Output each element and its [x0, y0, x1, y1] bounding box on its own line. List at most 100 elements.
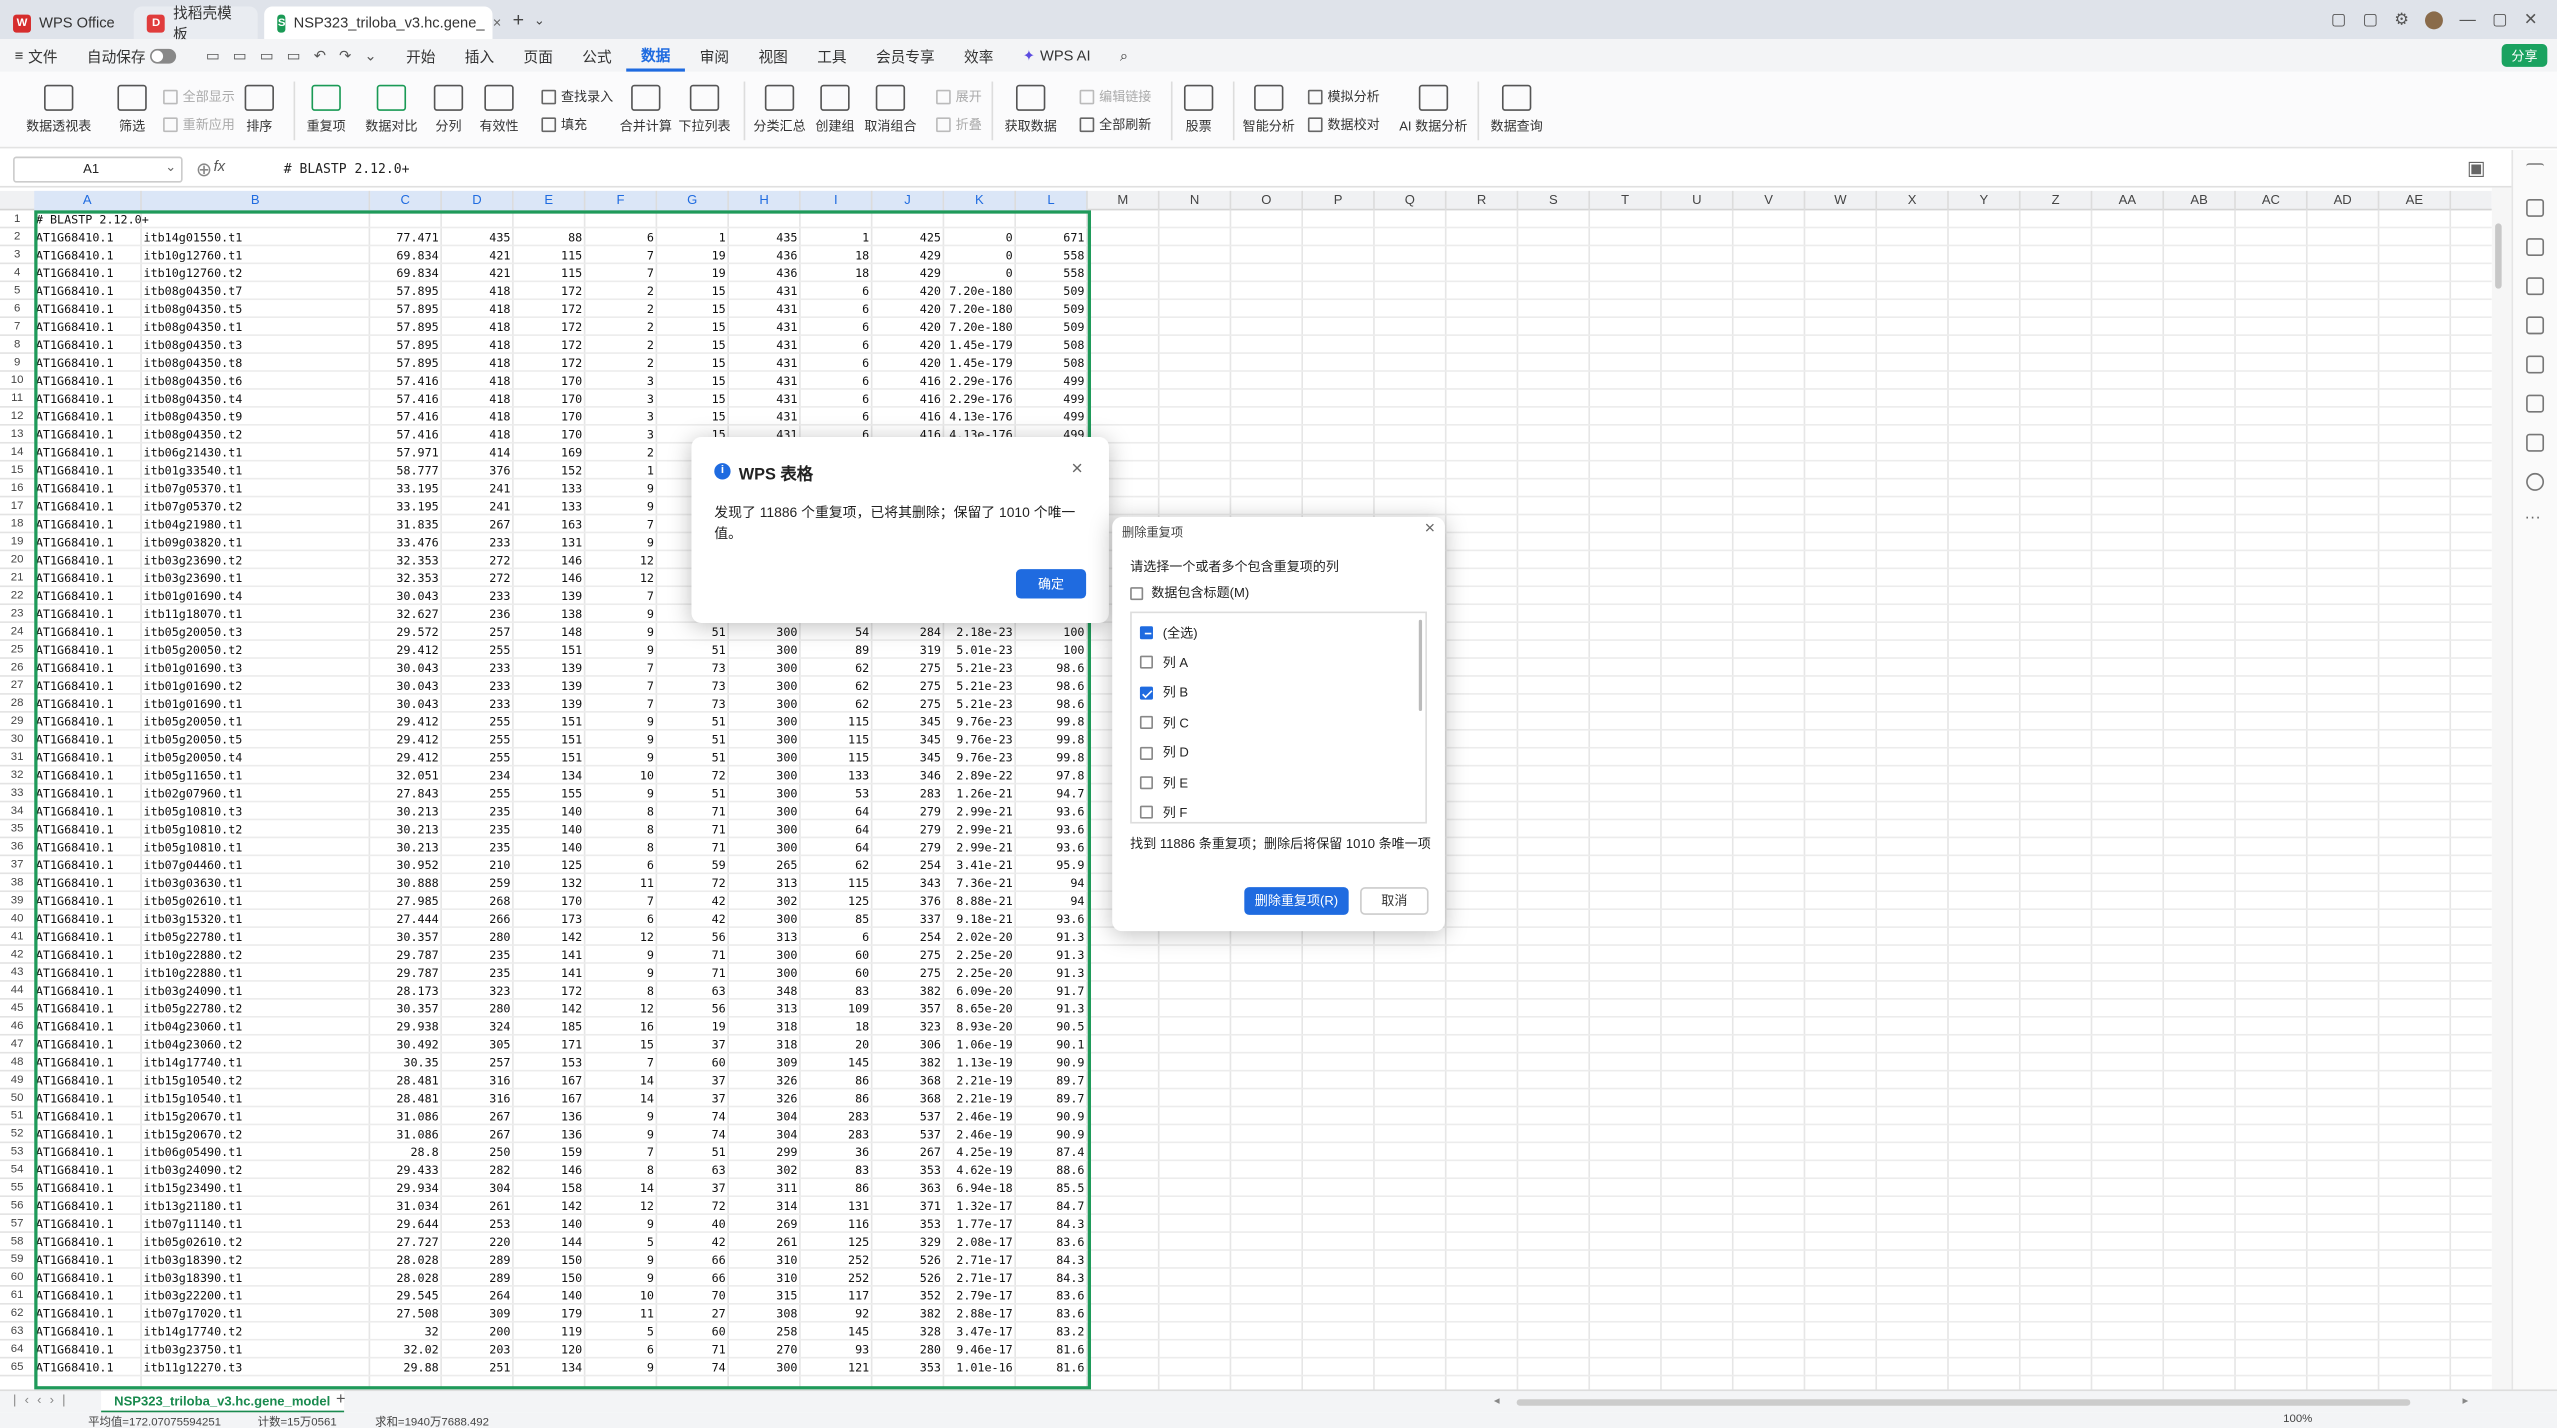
cell[interactable]: 6 [587, 910, 654, 928]
cell[interactable]: itb03g23690.t1 [144, 569, 367, 587]
cell[interactable]: 62 [802, 856, 869, 874]
cell[interactable]: 31.034 [372, 1197, 438, 1215]
cell[interactable]: 15 [659, 372, 726, 390]
cell[interactable]: 99.8 [1018, 731, 1084, 749]
cell[interactable]: 42 [659, 892, 726, 910]
cell[interactable]: 9 [587, 964, 654, 982]
cell[interactable]: itb11g12270.t3 [144, 1358, 367, 1376]
row-header[interactable]: 29 [0, 713, 35, 731]
row-header[interactable]: 58 [0, 1233, 35, 1251]
cell[interactable]: 30.043 [372, 587, 438, 605]
column-header-s[interactable]: S [1518, 190, 1591, 211]
cell[interactable]: 275 [874, 677, 941, 695]
menu-insert[interactable]: 插入 [450, 39, 509, 72]
expand-formula-icon[interactable]: ▣ [2467, 157, 2485, 180]
close-icon[interactable]: × [1071, 457, 1082, 480]
cell[interactable] [587, 210, 654, 228]
cell[interactable]: 83.6 [1018, 1287, 1084, 1305]
scroll-right-icon[interactable]: ▸ [2463, 1394, 2469, 1407]
cell[interactable]: 251 [444, 1358, 510, 1376]
cell[interactable]: 431 [731, 282, 797, 300]
cell[interactable]: 280 [444, 1000, 510, 1018]
cell[interactable]: itb03g22200.t1 [144, 1287, 367, 1305]
cell[interactable]: 382 [874, 982, 941, 1000]
cell[interactable]: 300 [731, 910, 797, 928]
cell[interactable]: 8.88e-21 [946, 892, 1012, 910]
edit-links-button[interactable]: 编辑链接 [1079, 88, 1151, 106]
cell[interactable]: 300 [731, 766, 797, 784]
sort-button[interactable]: 排序 [244, 84, 274, 136]
cell[interactable]: 57.895 [372, 318, 438, 336]
cell[interactable]: itb13g21180.t1 [144, 1197, 367, 1215]
cell[interactable]: 368 [874, 1089, 941, 1107]
cell[interactable]: 73 [659, 659, 726, 677]
cell[interactable]: 264 [444, 1287, 510, 1305]
cell[interactable]: 241 [444, 479, 510, 497]
cell[interactable]: 115 [802, 749, 869, 767]
cell[interactable]: 418 [444, 282, 510, 300]
cell[interactable]: 429 [874, 264, 941, 282]
row-header[interactable]: 63 [0, 1323, 35, 1341]
cell[interactable]: 93 [802, 1341, 869, 1359]
cell[interactable]: 2.89e-22 [946, 766, 1012, 784]
cell[interactable]: itb02g07960.t1 [144, 784, 367, 802]
column-header-z[interactable]: Z [2021, 190, 2093, 211]
cell[interactable]: 133 [515, 479, 582, 497]
cell[interactable]: 69.834 [372, 264, 438, 282]
horizontal-scroll-thumb[interactable] [1516, 1399, 2411, 1406]
row-header[interactable]: 16 [0, 479, 35, 498]
cell[interactable]: 146 [515, 551, 582, 569]
column-header-x[interactable]: X [1877, 190, 1949, 211]
cell[interactable]: 6 [802, 390, 869, 408]
validity-button[interactable]: 有效性 [479, 84, 519, 136]
pen-icon[interactable] [2526, 316, 2545, 335]
cell[interactable]: 92 [802, 1305, 869, 1323]
cell[interactable]: 57.416 [372, 372, 438, 390]
pointer-icon[interactable] [2526, 198, 2545, 217]
cell[interactable]: 2.71e-17 [946, 1269, 1012, 1287]
cell[interactable]: 30.043 [372, 659, 438, 677]
cell[interactable]: 14 [587, 1071, 654, 1089]
row-header[interactable]: 31 [0, 749, 35, 767]
row-header[interactable]: 2 [0, 228, 35, 247]
cell[interactable]: 2 [587, 300, 654, 318]
cell[interactable]: 64 [802, 838, 869, 856]
row-header[interactable]: 49 [0, 1071, 35, 1090]
cell[interactable]: 152 [515, 462, 582, 480]
cell[interactable]: 314 [731, 1197, 797, 1215]
cell[interactable]: 77.471 [372, 228, 438, 246]
row-header[interactable]: 4 [0, 264, 35, 283]
cell[interactable]: 328 [874, 1323, 941, 1341]
row-header[interactable]: 61 [0, 1287, 35, 1305]
cell[interactable]: 255 [444, 713, 510, 731]
cell[interactable]: 1.32e-17 [946, 1197, 1012, 1215]
cell[interactable]: 51 [659, 623, 726, 641]
cell[interactable] [874, 210, 941, 228]
cell[interactable]: 57.416 [372, 408, 438, 426]
cell[interactable]: 8.93e-20 [946, 1018, 1012, 1036]
smart-analysis-button[interactable]: 智能分析 [1243, 84, 1295, 136]
cell[interactable]: 120 [515, 1341, 582, 1359]
reapply-button[interactable]: 重新应用 [163, 116, 235, 134]
column-header-k[interactable]: K [944, 190, 1016, 211]
tab-wps-office[interactable]: W WPS Office [0, 7, 128, 40]
cell[interactable]: 6 [802, 408, 869, 426]
cell[interactable]: 313 [731, 874, 797, 892]
cell[interactable]: 140 [515, 820, 582, 838]
ai-analysis-button[interactable]: AI 数据分析 [1399, 84, 1467, 136]
cell[interactable]: 4.13e-176 [946, 408, 1013, 426]
cell[interactable]: 15 [659, 354, 726, 372]
cell[interactable]: 200 [444, 1323, 510, 1341]
cell[interactable]: 316 [444, 1089, 510, 1107]
cell[interactable]: 210 [444, 856, 510, 874]
cell[interactable]: itb10g22880.t2 [144, 946, 367, 964]
cell[interactable]: 300 [731, 623, 797, 641]
cell[interactable]: 265 [731, 856, 797, 874]
print-icon[interactable]: ▭ [260, 46, 274, 64]
cell[interactable]: 90.1 [1018, 1036, 1084, 1054]
cell[interactable]: 57.416 [372, 390, 438, 408]
cell[interactable]: 418 [444, 318, 510, 336]
vertical-scrollbar[interactable] [2491, 187, 2512, 1390]
cell[interactable]: 2.88e-17 [946, 1305, 1012, 1323]
cell[interactable]: 71 [659, 1341, 726, 1359]
